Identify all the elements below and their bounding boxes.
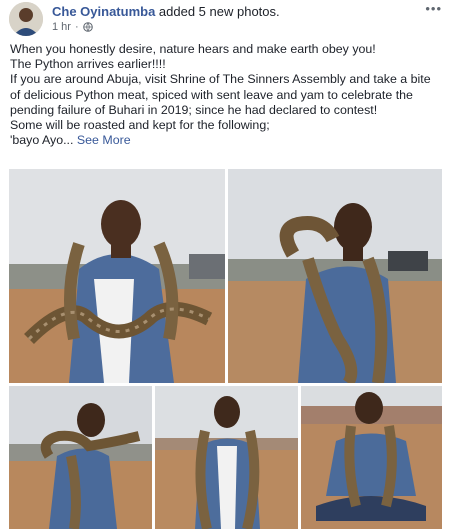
post-text-line: The Python arrives earlier!!!!: [10, 57, 166, 72]
photo-5[interactable]: [301, 386, 442, 529]
photo-3[interactable]: [9, 386, 152, 529]
author-action: added 5 new photos.: [158, 4, 280, 19]
photo-4[interactable]: [155, 386, 298, 529]
post-text-line: 'bayo Ayo... See More: [10, 133, 442, 148]
ellipsis-icon[interactable]: •••: [425, 1, 442, 16]
photo-1-image: [9, 169, 225, 383]
author-name[interactable]: Che Oyinatumba: [52, 4, 155, 19]
post-text-line: When you honestly desire, nature hears a…: [10, 42, 376, 56]
post-text: When you honestly desire, nature hears a…: [10, 42, 442, 148]
post-time[interactable]: 1 hr: [52, 21, 71, 33]
photo-5-image: [301, 386, 442, 529]
post-header: Che Oyinatumba added 5 new photos. 1 hr …: [0, 0, 450, 38]
author-avatar[interactable]: [9, 2, 43, 36]
photo-4-image: [155, 386, 298, 529]
see-more-link[interactable]: See More: [77, 133, 131, 147]
photo-3-image: [9, 386, 152, 529]
author-line: Che Oyinatumba added 5 new photos.: [52, 4, 280, 19]
photo-1[interactable]: [9, 169, 225, 383]
photo-2-image: [228, 169, 442, 383]
post-text-line: If you are around Abuja, visit Shrine of…: [10, 72, 431, 117]
post-text-line: Some will be roasted and kept for the fo…: [10, 118, 270, 133]
post-text-tail: 'bayo Ayo...: [10, 133, 74, 148]
post-meta: 1 hr ·: [52, 21, 93, 33]
photo-2[interactable]: [228, 169, 442, 383]
globe-icon: [82, 22, 93, 32]
